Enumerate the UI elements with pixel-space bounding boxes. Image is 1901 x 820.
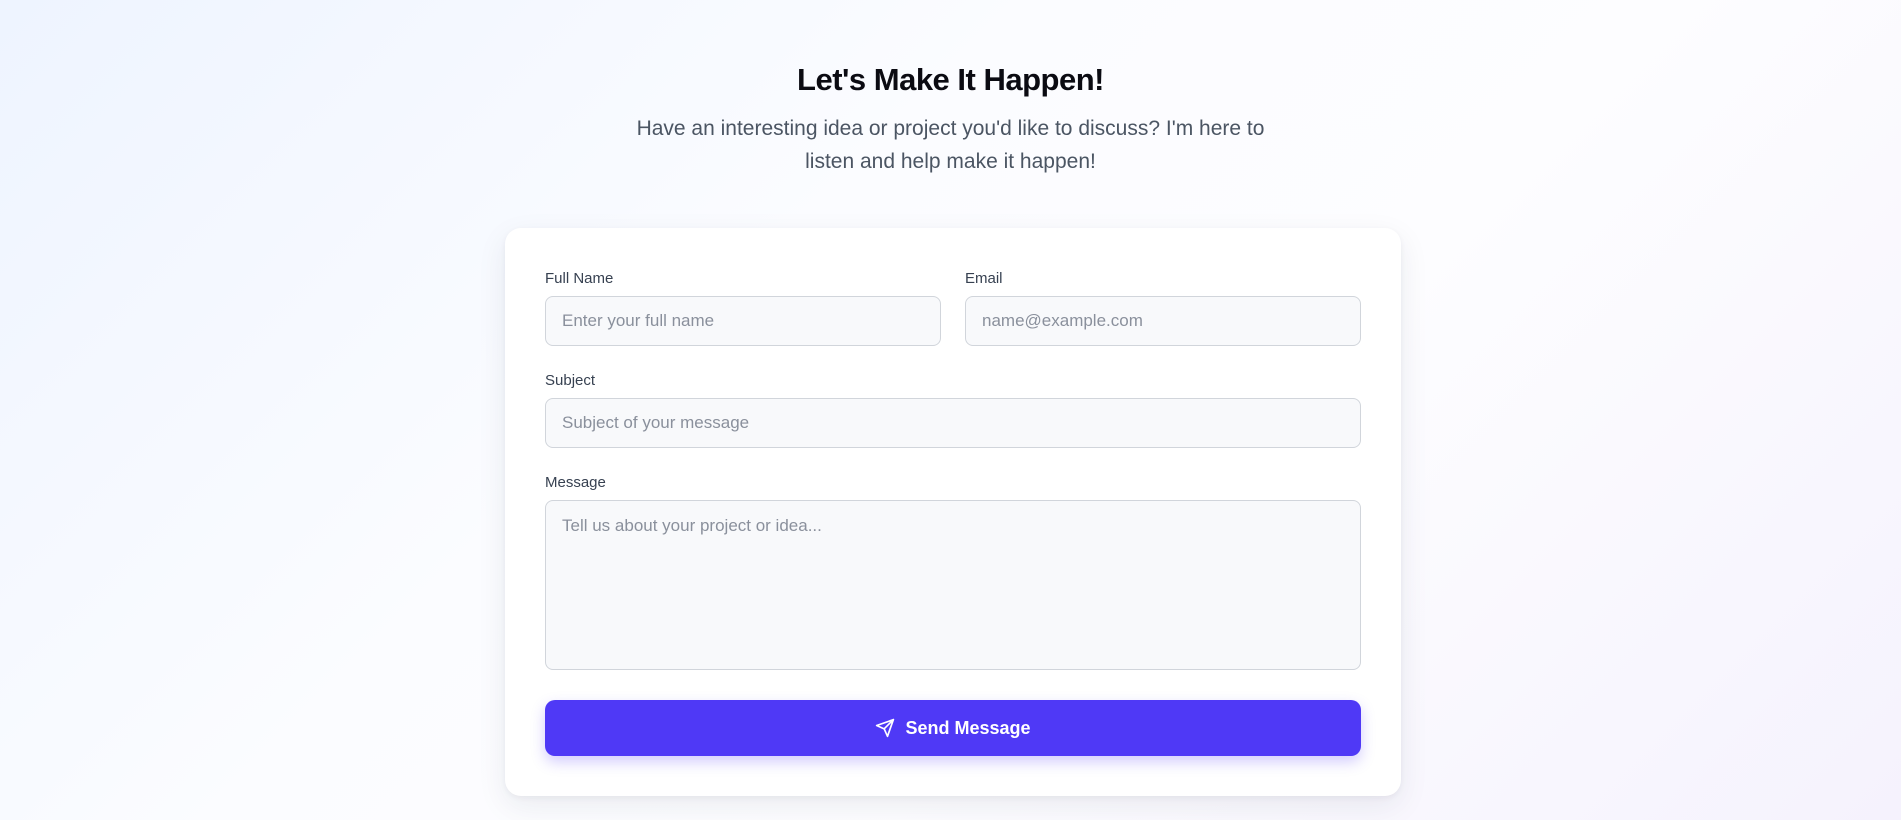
email-field-group: Email (965, 270, 1003, 288)
subject-field-group: Subject (545, 372, 595, 390)
full-name-label: Full Name (545, 270, 614, 287)
hero-section: Let's Make It Happen! Have an interestin… (0, 58, 1901, 178)
full-name-field-group: Full Name (545, 270, 613, 288)
message-field-group: Message (545, 474, 606, 492)
email-label: Email (965, 270, 1003, 287)
message-label: Message (545, 474, 606, 491)
message-textarea[interactable] (545, 500, 1361, 670)
subject-label: Subject (545, 372, 596, 389)
send-icon (875, 718, 895, 738)
send-message-button[interactable]: Send Message (545, 700, 1361, 756)
send-message-label: Send Message (905, 717, 1031, 738)
page-subtitle: Have an interesting idea or project you'… (636, 117, 1265, 173)
contact-form-card: Full Name Email Subject Message Send Mes… (505, 228, 1401, 796)
subject-input[interactable] (545, 398, 1361, 448)
email-input[interactable] (965, 296, 1361, 346)
page-title: Let's Make It Happen! (797, 62, 1104, 97)
full-name-input[interactable] (545, 296, 941, 346)
